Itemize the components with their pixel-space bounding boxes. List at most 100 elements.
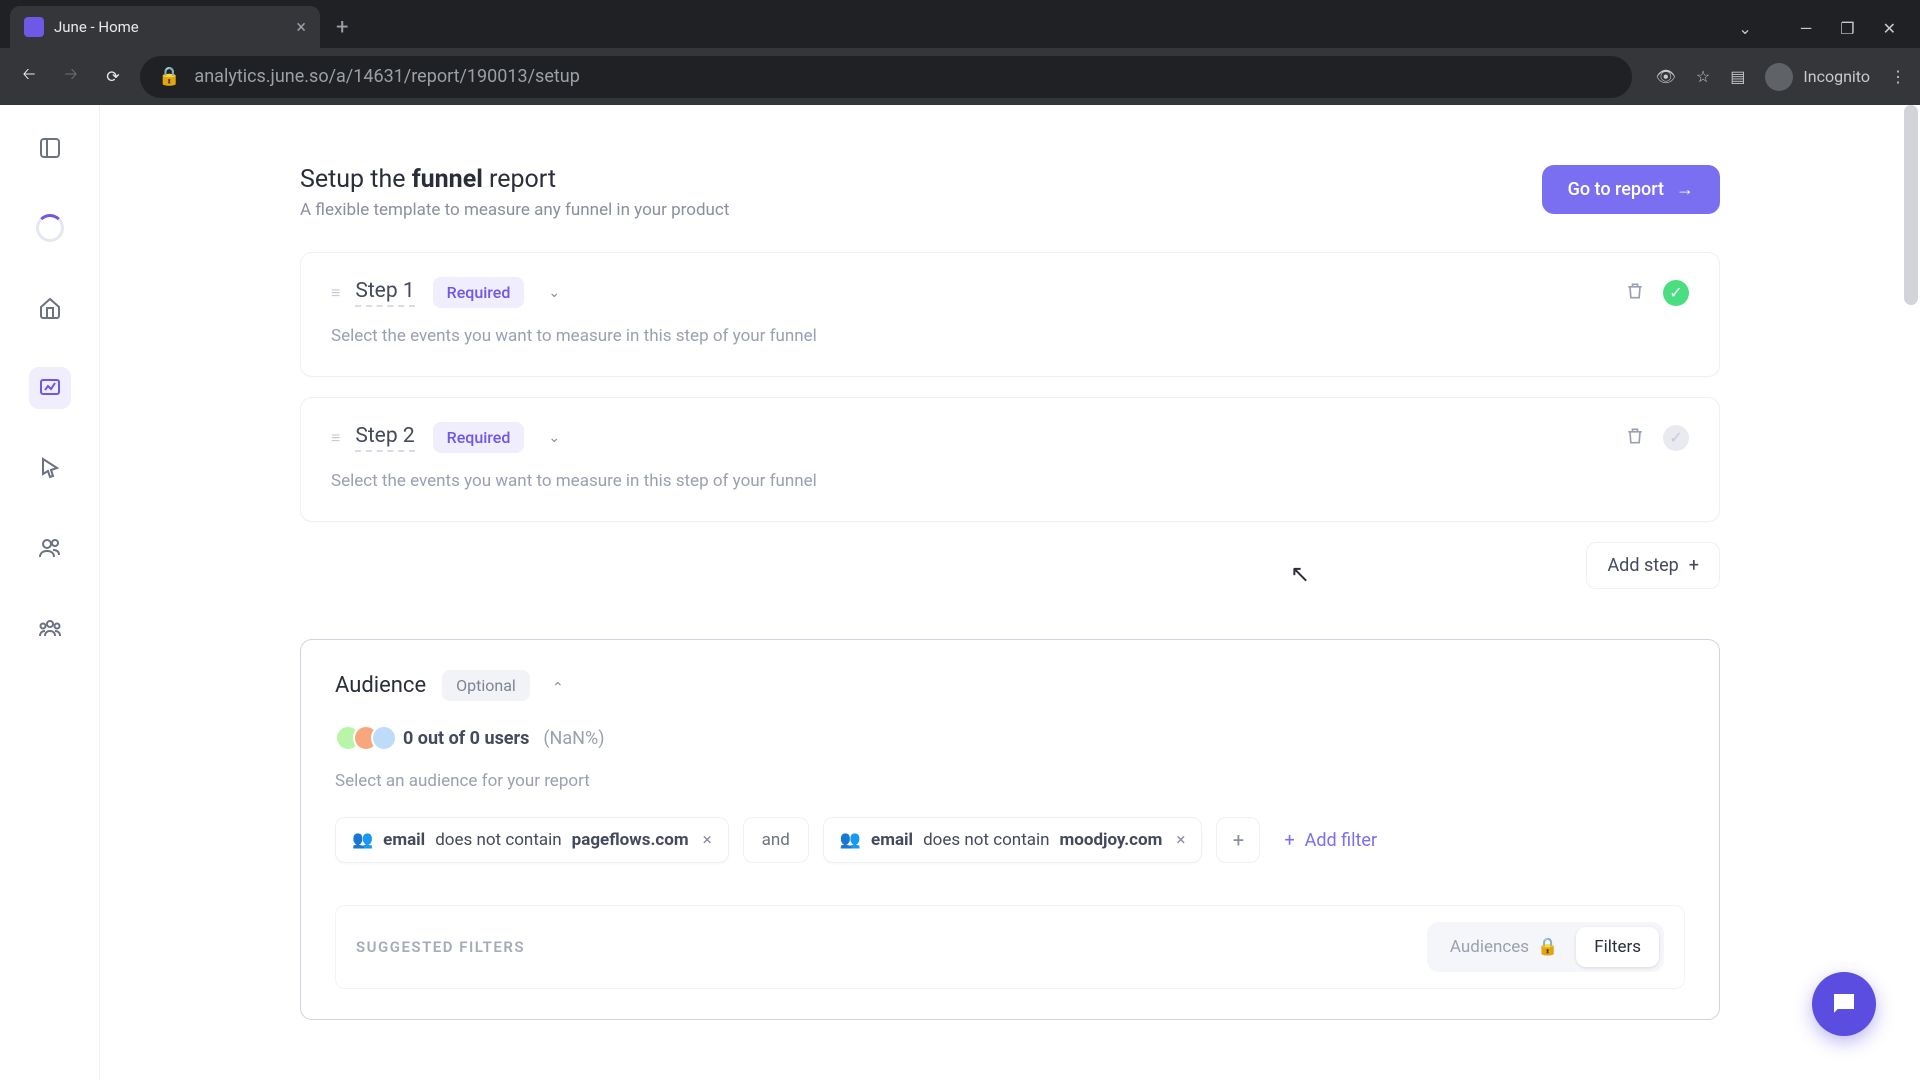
audience-pct: (NaN%) <box>543 728 604 749</box>
chevron-down-icon[interactable]: ⌄ <box>548 430 560 446</box>
filter-pill[interactable]: 👥 email does not contain pageflows.com × <box>335 817 729 863</box>
close-icon[interactable]: × <box>296 17 306 38</box>
maximize-icon[interactable]: ❐ <box>1840 19 1854 38</box>
segment-audiences[interactable]: Audiences 🔒 <box>1432 927 1576 967</box>
sidebar-loading-icon <box>29 207 71 249</box>
reload-icon[interactable]: ⟳ <box>98 62 128 92</box>
sidebar-home-icon[interactable] <box>29 287 71 329</box>
sidebar-toggle-icon[interactable] <box>29 127 71 169</box>
arrow-right-icon: → <box>1676 179 1694 200</box>
step-description: Select the events you want to measure in… <box>331 471 1689 491</box>
add-filter-button[interactable]: + Add filter <box>1284 830 1377 851</box>
page-header: Setup the funnel report A flexible templ… <box>300 165 1720 220</box>
step-name[interactable]: Step 2 <box>355 424 414 452</box>
filter-pill[interactable]: 👥 email does not contain moodjoy.com × <box>823 817 1203 863</box>
filter-value: moodjoy.com <box>1060 830 1163 850</box>
remove-filter-icon[interactable]: × <box>1176 830 1185 850</box>
browser-tab[interactable]: June - Home × <box>10 6 320 48</box>
title-bold: funnel <box>412 165 483 194</box>
sidebar-users-icon[interactable] <box>29 527 71 569</box>
toolbar-right: 👁 ☆ ▤ Incognito ⋮ <box>1644 63 1906 91</box>
filter-value: pageflows.com <box>572 830 689 850</box>
audience-card: Audience Optional ⌄ 0 out of 0 users (Na… <box>300 639 1720 1020</box>
users-icon: 👥 <box>840 830 861 850</box>
title-suffix: report <box>483 165 556 194</box>
chat-fab[interactable] <box>1812 972 1876 1036</box>
and-separator: and <box>743 817 809 863</box>
remove-filter-icon[interactable]: × <box>703 830 712 850</box>
add-step-button[interactable]: Add step + <box>1586 542 1720 589</box>
incognito-label: Incognito <box>1803 67 1870 86</box>
app-shell: Setup the funnel report A flexible templ… <box>0 105 1920 1080</box>
eye-off-icon[interactable]: 👁 <box>1656 67 1676 86</box>
filter-op: does not contain <box>923 830 1049 850</box>
plus-icon: + <box>1284 830 1294 851</box>
status-done-icon: ✓ <box>1663 280 1689 306</box>
new-tab-button[interactable]: + <box>320 6 364 48</box>
incognito-icon <box>1765 63 1793 91</box>
audience-title: Audience <box>335 673 426 698</box>
trash-icon[interactable] <box>1625 426 1645 450</box>
plus-icon: + <box>1689 555 1699 576</box>
add-filter-label: Add filter <box>1305 830 1377 851</box>
tabs-menu-icon[interactable]: ⌄ <box>1738 19 1751 38</box>
step-card-2: ≡ Step 2 Required ⌄ ✓ Select the events … <box>300 397 1720 522</box>
audience-count: 0 out of 0 users <box>403 728 529 749</box>
chevron-up-icon[interactable]: ⌄ <box>552 678 564 694</box>
badge-label: Required <box>447 283 511 302</box>
trash-icon[interactable] <box>1625 281 1645 305</box>
kebab-menu-icon[interactable]: ⋮ <box>1890 67 1906 86</box>
address-bar: 🡠 🡢 ⟳ 🔒 analytics.june.so/a/14631/report… <box>0 48 1920 105</box>
segment-label: Audiences <box>1450 937 1529 957</box>
audience-stats: 0 out of 0 users (NaN%) <box>335 725 1685 751</box>
optional-badge: Optional <box>442 670 530 701</box>
title-prefix: Setup the <box>300 165 412 194</box>
required-badge[interactable]: Required <box>433 422 525 453</box>
url-input[interactable]: 🔒 analytics.june.so/a/14631/report/19001… <box>140 56 1632 98</box>
step-name[interactable]: Step 1 <box>355 279 414 307</box>
go-button-label: Go to report <box>1568 179 1664 200</box>
suggested-filters-row: SUGGESTED FILTERS Audiences 🔒 Filters <box>335 905 1685 989</box>
window-controls: ⌄ — ❐ ✕ <box>1738 19 1920 48</box>
filter-field: email <box>871 830 913 850</box>
sidebar-events-icon[interactable] <box>29 447 71 489</box>
scrollbar[interactable] <box>1904 105 1918 305</box>
avatar-icon <box>371 725 397 751</box>
incognito-indicator[interactable]: Incognito <box>1765 63 1870 91</box>
add-step-label: Add step <box>1607 555 1678 576</box>
filter-op: does not contain <box>435 830 561 850</box>
users-icon: 👥 <box>352 830 373 850</box>
minimize-icon[interactable]: — <box>1800 19 1813 38</box>
drag-handle-icon[interactable]: ≡ <box>331 283 337 303</box>
step-card-1: ≡ Step 1 Required ⌄ ✓ Select the events … <box>300 252 1720 377</box>
audience-description: Select an audience for your report <box>335 771 1685 791</box>
segment-label: Filters <box>1594 937 1641 957</box>
url-text: analytics.june.so/a/14631/report/190013/… <box>194 66 579 87</box>
sidebar-teams-icon[interactable] <box>29 607 71 649</box>
badge-label: Required <box>447 428 511 447</box>
avatar-stack <box>335 725 389 751</box>
go-to-report-button[interactable]: Go to report → <box>1542 165 1720 214</box>
browser-chrome: June - Home × + ⌄ — ❐ ✕ 🡠 🡢 ⟳ 🔒 analytic… <box>0 0 1920 105</box>
star-icon[interactable]: ☆ <box>1696 67 1710 86</box>
add-condition-button[interactable]: + <box>1216 817 1260 863</box>
filters-row: 👥 email does not contain pageflows.com ×… <box>335 817 1685 863</box>
suggested-filters-label: SUGGESTED FILTERS <box>356 938 525 956</box>
forward-icon[interactable]: 🡢 <box>56 62 86 92</box>
tab-bar: June - Home × + ⌄ — ❐ ✕ <box>0 0 1920 48</box>
lock-icon: 🔒 <box>158 66 180 87</box>
close-window-icon[interactable]: ✕ <box>1883 19 1896 38</box>
required-badge[interactable]: Required <box>433 277 525 308</box>
sidebar-reports-icon[interactable] <box>29 367 71 409</box>
chevron-down-icon[interactable]: ⌄ <box>548 285 560 301</box>
lock-icon: 🔒 <box>1537 937 1558 957</box>
tab-title: June - Home <box>54 18 286 36</box>
segment-toggle: Audiences 🔒 Filters <box>1427 922 1664 972</box>
status-pending-icon: ✓ <box>1663 425 1689 451</box>
back-icon[interactable]: 🡠 <box>14 62 44 92</box>
drag-handle-icon[interactable]: ≡ <box>331 428 337 448</box>
page-title: Setup the funnel report <box>300 165 729 194</box>
segment-filters[interactable]: Filters <box>1576 927 1659 967</box>
tab-favicon-icon <box>24 17 44 37</box>
panel-icon[interactable]: ▤ <box>1730 67 1745 86</box>
